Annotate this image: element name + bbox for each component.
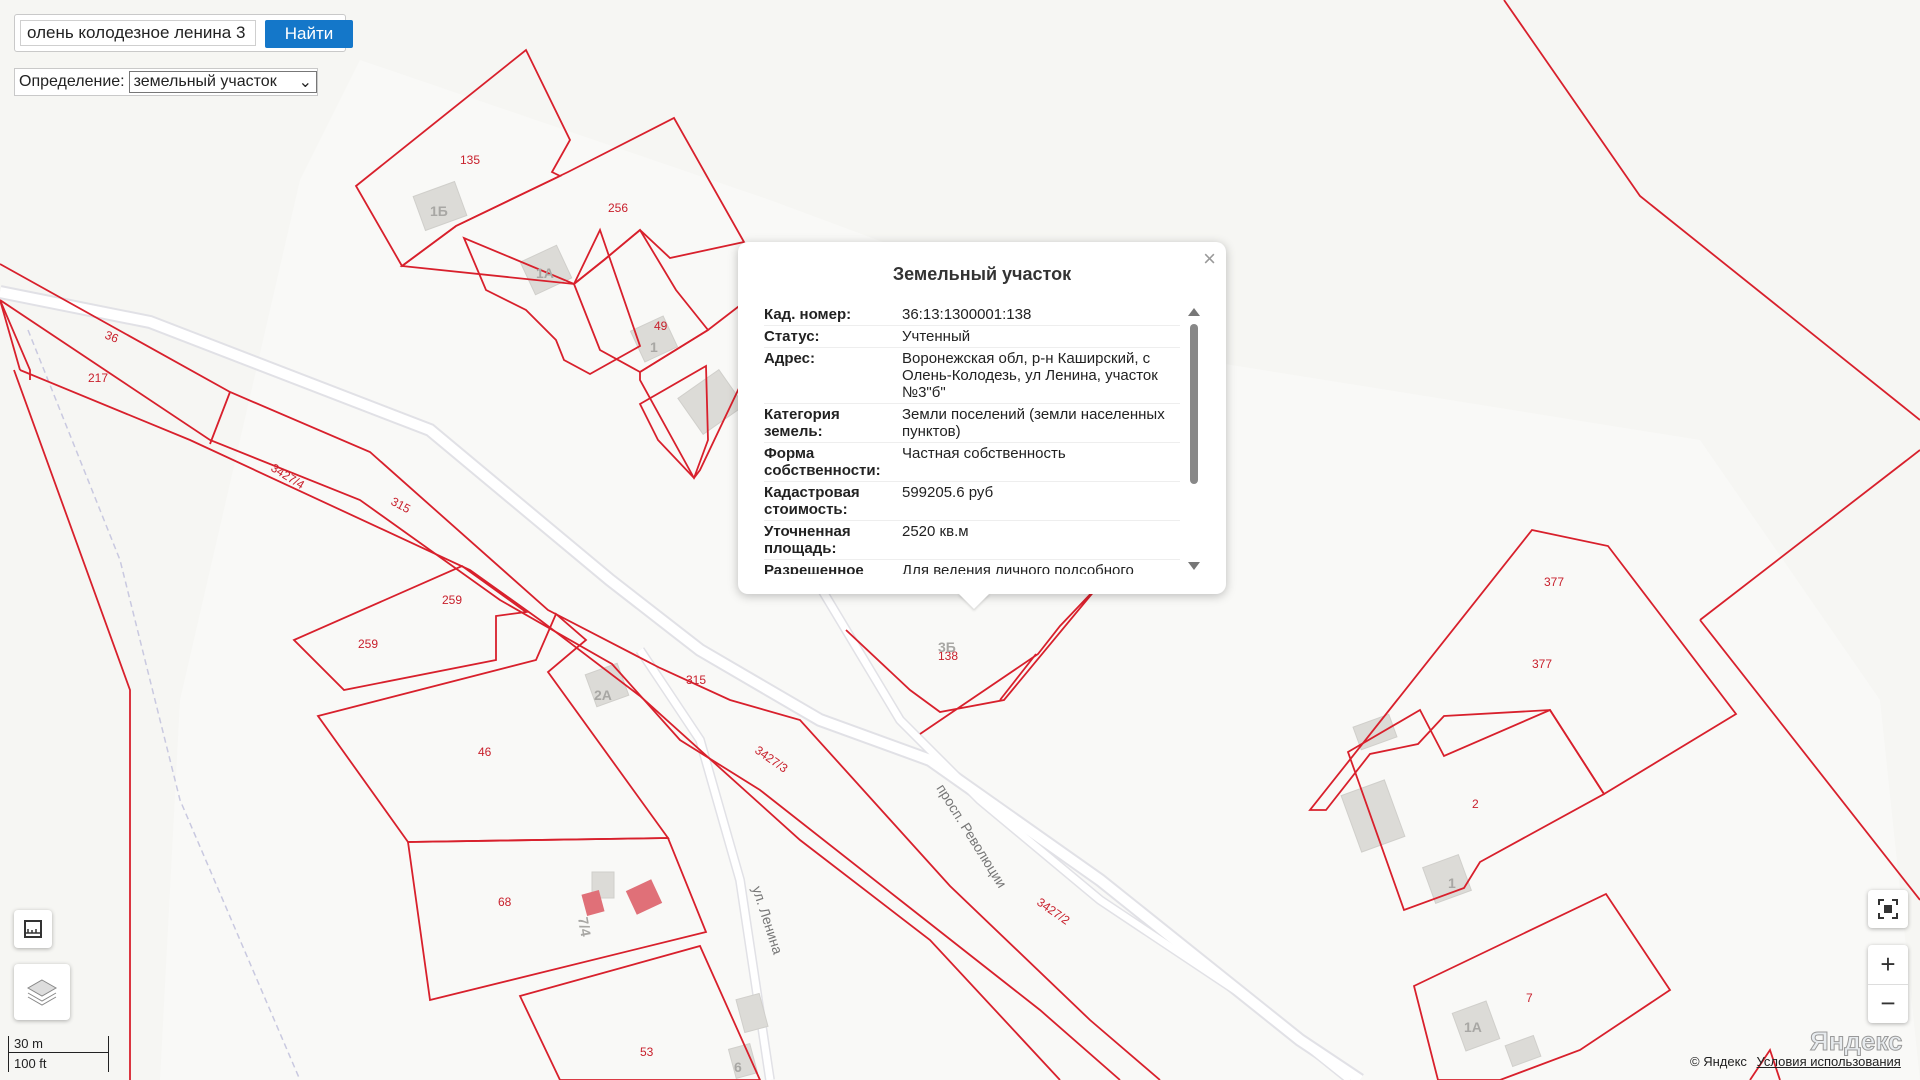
row-key: Уточненная площадь: <box>764 523 851 557</box>
search-input[interactable] <box>20 20 256 46</box>
fullscreen-icon <box>1878 899 1898 919</box>
parcel-label: 259 <box>442 593 462 607</box>
scroll-thumb[interactable] <box>1190 324 1198 484</box>
layers-button[interactable] <box>14 964 70 1020</box>
definition-row: Определение: земельный участок ⌄ <box>14 68 318 96</box>
zoom-in-button[interactable]: + <box>1868 945 1908 984</box>
table-row: Разрешенное Для ведения личного подсобног… <box>764 560 1180 574</box>
scale-tick <box>8 1036 9 1072</box>
chevron-down-icon: ⌄ <box>298 74 312 91</box>
info-table: Кад. номер: 36:13:1300001:138 Статус: Учте… <box>764 304 1180 574</box>
table-row: Статус: Учтенный <box>764 326 1180 348</box>
building-label: 1А <box>536 265 554 281</box>
parcel-label: 217 <box>88 371 108 385</box>
scale-bar: 30 m 100 ft <box>8 1036 109 1072</box>
parcel-label: 135 <box>460 153 480 167</box>
table-row: Категория земель: Земли поселений (земли … <box>764 404 1180 443</box>
row-key: Категория земель: <box>764 406 840 440</box>
scale-metric: 30 m <box>14 1036 43 1051</box>
table-row: Кадастровая стоимость: 599205.6 руб <box>764 482 1180 521</box>
search-button[interactable]: Найти <box>265 20 353 48</box>
parcel-label: 377 <box>1544 575 1564 589</box>
row-value: 599205.6 руб <box>902 484 994 501</box>
row-value: Для ведения личного подсобного <box>902 562 1134 574</box>
parcel-label: 49 <box>654 319 668 333</box>
parcel-label: 315 <box>686 673 706 687</box>
scroll-down-icon[interactable] <box>1188 562 1200 570</box>
row-key: Форма собственности: <box>764 445 881 479</box>
building-label: 1 <box>1448 875 1456 891</box>
parcel-label: 7 <box>1526 991 1533 1005</box>
popup-scrollbar[interactable] <box>1188 308 1200 570</box>
definition-label: Определение: <box>19 73 125 90</box>
scale-line <box>8 1052 108 1053</box>
yandex-logo: Яндекс <box>1810 1026 1903 1057</box>
scroll-up-icon[interactable] <box>1188 308 1200 316</box>
parcel-label: 53 <box>640 1045 654 1059</box>
copyright-text: © Яндекс <box>1690 1054 1747 1069</box>
row-key: Кадастровая стоимость: <box>764 484 860 518</box>
building-label: 1 <box>650 339 658 355</box>
row-value: Земли поселений (земли населенных пункто… <box>902 406 1165 440</box>
scale-tick <box>108 1036 109 1072</box>
table-row: Уточненная площадь: 2520 кв.м <box>764 521 1180 560</box>
parcel-label: 68 <box>498 895 512 909</box>
fullscreen-button[interactable] <box>1868 890 1908 928</box>
definition-selected: земельный участок <box>133 73 277 90</box>
parcel-label: 46 <box>478 745 492 759</box>
row-value: 2520 кв.м <box>902 523 969 540</box>
ruler-button[interactable] <box>14 910 52 948</box>
row-value: Воронежская обл, р-н Каширский, с Олень-… <box>902 350 1158 401</box>
parcel-info-popup: × Земельный участок Кад. номер: 36:13:130… <box>738 242 1226 594</box>
building-label: 2А <box>594 687 612 703</box>
row-key: Адрес: <box>764 350 815 367</box>
parcel-label: 259 <box>358 637 378 651</box>
popup-title: Земельный участок <box>892 264 1072 284</box>
table-row: Форма собственности: Частная собственност… <box>764 443 1180 482</box>
building-label: 7/4 <box>575 916 594 938</box>
row-value: 36:13:1300001:138 <box>902 306 1032 323</box>
layers-icon <box>26 979 58 1006</box>
row-key: Статус: <box>764 328 820 345</box>
building-label: 3Б <box>938 639 956 655</box>
zoom-out-button[interactable]: − <box>1868 984 1908 1023</box>
popup-pointer <box>958 593 990 609</box>
building-label: 6 <box>734 1059 742 1075</box>
row-key: Разрешенное <box>764 562 864 574</box>
parcel-label: 2 <box>1472 797 1479 811</box>
scale-imperial: 100 ft <box>14 1056 47 1071</box>
building-label: 1А <box>1464 1019 1482 1035</box>
definition-select[interactable]: земельный участок ⌄ <box>128 71 317 93</box>
ruler-icon <box>24 920 42 938</box>
row-key: Кад. номер: <box>764 306 852 323</box>
table-row: Кад. номер: 36:13:1300001:138 <box>764 304 1180 326</box>
search-panel: Найти <box>14 14 353 52</box>
parcel-label: 377 <box>1532 657 1552 671</box>
copyright: © Яндекс Условия использования <box>1690 1054 1901 1069</box>
building-label: 1Б <box>430 203 448 219</box>
zoom-control: + − <box>1868 945 1908 1023</box>
row-value: Частная собственность <box>902 445 1066 462</box>
table-row: Адрес: Воронежская обл, р-н Каширский, с … <box>764 348 1180 404</box>
terms-link[interactable]: Условия использования <box>1757 1054 1901 1069</box>
parcel-label: 256 <box>608 201 628 215</box>
row-value: Учтенный <box>902 328 971 345</box>
